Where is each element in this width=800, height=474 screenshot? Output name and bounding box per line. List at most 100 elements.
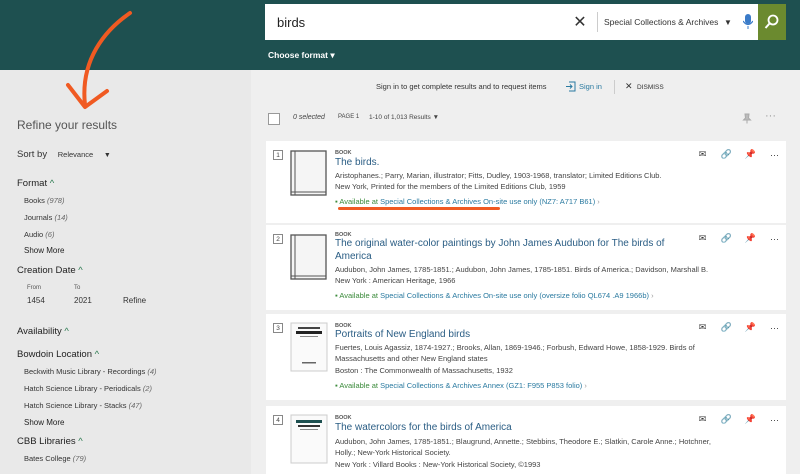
more-icon[interactable]: ··· (769, 414, 780, 425)
link-icon[interactable]: 🔗 (721, 233, 732, 244)
availability-location[interactable]: Special Collections & Archives (380, 381, 481, 390)
location-item-beckwith[interactable]: Beckwith Music Library - Recordings (4) (24, 367, 157, 376)
availability-location[interactable]: Special Collections & Archives (380, 197, 481, 206)
dismiss-button[interactable]: DISMISS (637, 84, 664, 91)
facet-count: (2) (142, 384, 152, 393)
format-item-books[interactable]: Books (978) (24, 196, 64, 205)
choose-format-label: Choose format (268, 50, 328, 60)
availability-heading[interactable]: Availability ^ (17, 326, 69, 337)
email-icon[interactable]: ✉ (697, 149, 708, 160)
result-card[interactable]: 2 BOOK The original water-color painting… (266, 225, 786, 310)
chevron-up-icon[interactable]: ^ (78, 436, 82, 447)
availability-heading-label: Availability (17, 326, 62, 337)
pin-icon[interactable]: 📌 (745, 322, 756, 333)
email-icon[interactable]: ✉ (697, 233, 708, 244)
creation-date-heading[interactable]: Creation Date ^ (17, 265, 83, 276)
availability-note: On-site use only (oversize folio QL674 .… (483, 291, 649, 300)
book-cover-thumbnail (290, 414, 328, 464)
signin-icon[interactable] (565, 81, 576, 92)
chevron-down-icon[interactable]: ▼ (104, 152, 111, 159)
book-icon (290, 234, 327, 280)
result-card[interactable]: 4 BOOK The watercolors for the birds of … (266, 406, 786, 474)
pin-icon[interactable]: 📌 (745, 414, 756, 425)
result-card[interactable]: 3 BOOK Portraits of New England birds Fu… (266, 314, 786, 400)
annotation-underline (338, 207, 500, 210)
to-label: To (74, 285, 81, 291)
chevron-up-icon[interactable]: ^ (78, 265, 82, 276)
link-icon[interactable]: 🔗 (721, 149, 732, 160)
divider (614, 80, 615, 94)
to-input[interactable]: 2021 (74, 296, 92, 305)
format-item-journals[interactable]: Journals (14) (24, 213, 68, 222)
result-title[interactable]: Portraits of New England birds (335, 328, 675, 341)
format-item-audio[interactable]: Audio (6) (24, 230, 54, 239)
result-publisher: New York : Villard Books : New-York Hist… (335, 460, 541, 469)
availability-line[interactable]: ▪ Available at Special Collections & Arc… (335, 291, 654, 300)
pin-icon[interactable]: 📌 (745, 233, 756, 244)
sort-row[interactable]: Sort by Relevance ▼ (17, 149, 111, 160)
result-title[interactable]: The original water-color paintings by Jo… (335, 237, 675, 263)
more-icon[interactable]: ··· (765, 110, 776, 122)
availability-location[interactable]: Special Collections & Archives (380, 291, 481, 300)
email-icon[interactable]: ✉ (697, 322, 708, 333)
cbb-heading[interactable]: CBB Libraries ^ (17, 436, 83, 447)
more-icon[interactable]: ··· (769, 233, 780, 244)
sort-value[interactable]: Relevance (58, 150, 93, 159)
result-title[interactable]: The birds. (335, 156, 675, 169)
signin-link[interactable]: Sign in (579, 82, 602, 91)
search-bar[interactable]: birds ✕ Special Collections & Archives ▼ (265, 4, 758, 40)
search-scope-select[interactable]: Special Collections & Archives (604, 17, 724, 27)
close-icon[interactable]: ✕ (569, 12, 591, 32)
annotation-arrow (66, 11, 132, 109)
from-input[interactable]: 1454 (27, 296, 45, 305)
refine-button[interactable]: Refine (123, 296, 146, 305)
availability-line[interactable]: ▪ Available at Special Collections & Arc… (335, 381, 587, 390)
mic-icon[interactable] (738, 12, 758, 32)
result-publisher: New York : American Heritage, 1966 (335, 276, 456, 285)
result-number: 3 (273, 323, 283, 333)
choose-format-dropdown[interactable]: Choose format ▾ (268, 50, 335, 61)
more-icon[interactable]: ··· (769, 322, 780, 333)
select-all-checkbox[interactable] (268, 113, 280, 125)
page-number: PAGE 1 (338, 114, 360, 120)
availability-text: Available at (339, 381, 378, 390)
chevron-up-icon[interactable]: ^ (95, 349, 99, 360)
result-card[interactable]: 1 BOOK The birds. Aristophanes.; Parry, … (266, 141, 786, 223)
chevron-up-icon[interactable]: ^ (64, 326, 68, 337)
cbb-heading-label: CBB Libraries (17, 436, 76, 447)
cbb-item-bates[interactable]: Bates College (79) (24, 454, 86, 463)
chevron-down-icon[interactable]: ▼ (724, 18, 738, 27)
close-icon[interactable]: ✕ (625, 81, 633, 92)
email-icon[interactable]: ✉ (697, 414, 708, 425)
result-authors: Audubon, John James, 1785-1851.; Blaugru… (335, 437, 711, 446)
book-icon (290, 150, 327, 196)
result-title[interactable]: The watercolors for the birds of America (335, 421, 675, 434)
pin-icon[interactable] (742, 113, 752, 124)
search-button[interactable] (758, 4, 786, 40)
location-item-hatch-periodicals[interactable]: Hatch Science Library - Periodicals (2) (24, 384, 152, 393)
pin-icon[interactable]: 📌 (745, 149, 756, 160)
sort-label: Sort by (17, 149, 48, 160)
availability-note: On-site use only (NZ7: A717 B61) (483, 197, 596, 206)
book-cover-thumbnail (290, 322, 328, 372)
chevron-up-icon[interactable]: ^ (50, 178, 54, 189)
more-icon[interactable]: ··· (769, 149, 780, 160)
chevron-down-icon[interactable]: ▼ (433, 114, 439, 121)
location-heading[interactable]: Bowdoin Location ^ (17, 349, 99, 360)
location-item-hatch-stacks[interactable]: Hatch Science Library - Stacks (47) (24, 401, 142, 410)
link-icon[interactable]: 🔗 (721, 322, 732, 333)
format-heading[interactable]: Format ^ (17, 178, 54, 189)
location-show-more[interactable]: Show More (24, 418, 64, 427)
result-publisher: New York, Printed for the members of the… (335, 182, 566, 191)
availability-line[interactable]: ▪ Available at Special Collections & Arc… (335, 197, 600, 206)
result-authors: Aristophanes.; Parry, Marian, illustrato… (335, 171, 662, 180)
facet-count: (978) (46, 196, 65, 205)
signin-message: Sign in to get complete results and to r… (376, 82, 547, 91)
from-label: From (27, 285, 41, 291)
search-input[interactable]: birds (265, 15, 569, 30)
results-range[interactable]: 1-10 of 1,013 Results ▼ (369, 114, 439, 121)
facet-label: Books (24, 196, 45, 205)
facet-count: (4) (147, 367, 157, 376)
format-show-more[interactable]: Show More (24, 246, 64, 255)
link-icon[interactable]: 🔗 (721, 414, 732, 425)
